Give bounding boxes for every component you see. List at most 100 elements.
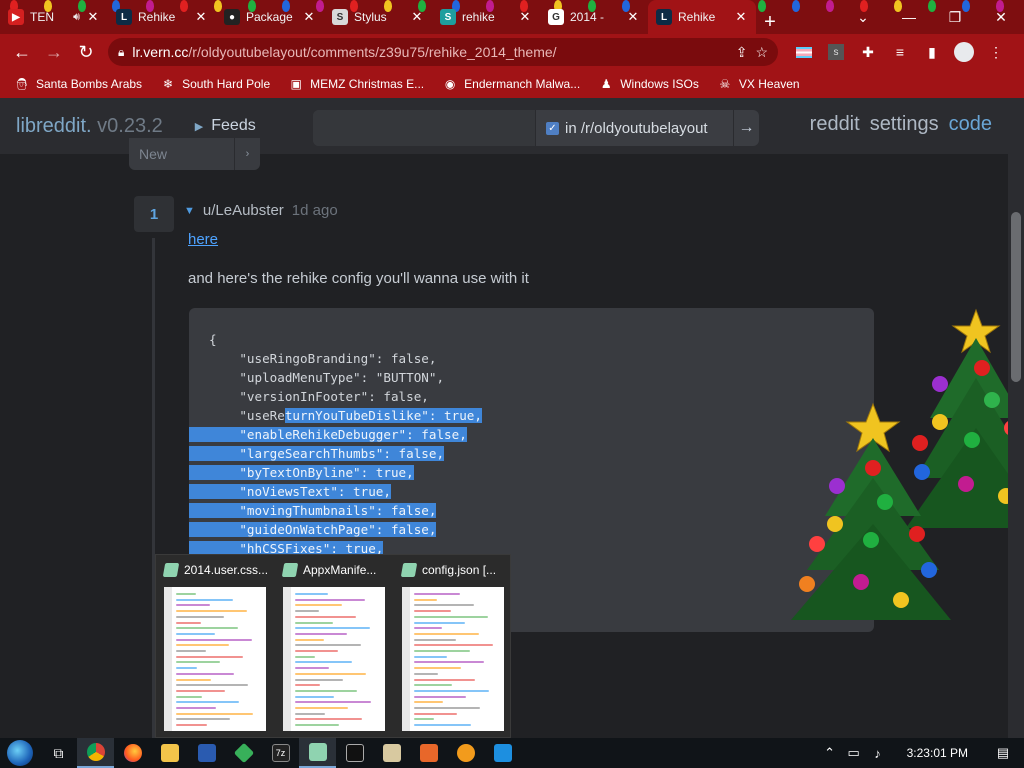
menu-kebab-icon[interactable]: ⋮ [984,40,1008,64]
browser-tab[interactable]: ▶ TEN 🔊︎ ✕ [0,0,108,34]
search-submit-button[interactable]: → [733,110,759,146]
bookmarks-bar: 🎅︎ Santa Bombs Arabs ❄ South Hard Pole ▣ MEMZ… [0,70,1024,98]
settings-link[interactable]: settings [870,113,939,136]
preview-code-line [414,650,470,652]
taskbar-cmd[interactable] [336,738,373,768]
profile-avatar-icon[interactable] [952,40,976,64]
forward-button[interactable]: → [38,36,70,68]
skull-icon: ☠ [719,77,731,91]
task-view-button[interactable]: ⧉ [40,738,77,768]
comment-body: and here's the rehike config you'll wann… [188,270,529,287]
preview-code-line [295,695,334,698]
browser-tab[interactable]: L Rehike ✕ [108,0,216,34]
sort-select[interactable]: New › [129,138,260,170]
taskbar-firefox[interactable] [114,738,151,768]
code-line: "noViewsText": true, [189,482,854,501]
bookmark-label: South Hard Pole [182,77,271,91]
media-queue-icon[interactable]: ≡ [888,40,912,64]
taskbar-file-explorer[interactable] [151,738,188,768]
preview-code-line [414,644,493,647]
taskbar-app-3[interactable] [484,738,521,768]
taskbar-editor[interactable] [299,738,336,768]
sidebar-icon[interactable]: ▮ [920,40,944,64]
taskbar-thumbnail-preview: 2014.user.css... AppxManife... config.json… [155,554,511,738]
taskbar-notepadpp[interactable] [225,738,262,768]
back-button[interactable]: ← [6,36,38,68]
window-preview[interactable]: config.json [... [394,555,512,739]
taskbar-7zip[interactable]: 7z [262,738,299,768]
close-tab-icon[interactable]: ✕ [518,9,532,25]
volume-icon[interactable]: ♪ [869,746,887,761]
feeds-dropdown[interactable]: ▶ Feeds [195,117,256,135]
notification-icon[interactable]: ▤ [994,745,1012,761]
comment-link[interactable]: here [188,231,218,248]
close-tab-icon[interactable]: ✕ [194,9,208,25]
network-icon[interactable]: ▭ [845,745,863,761]
window-preview[interactable]: 2014.user.css... [156,555,274,739]
browser-tab[interactable]: S Stylus ✕ [324,0,432,34]
close-tab-icon[interactable]: ✕ [626,9,640,25]
browser-tab[interactable]: ● Package ✕ [216,0,324,34]
search-input[interactable] [313,110,535,146]
windows-orb-icon [7,740,33,766]
bookmark-star-icon[interactable]: ☆ [755,44,768,61]
browser-tab[interactable]: Srehike ✕ [432,0,540,34]
comment-author[interactable]: u/LeAubster [203,202,284,219]
page-scrollbar[interactable] [1008,98,1024,738]
chevron-up-icon[interactable]: ⌃ [821,745,839,761]
bookmark-item[interactable]: ☠ VX Heaven [717,76,800,92]
taskbar-powershell[interactable] [188,738,225,768]
browser-tab[interactable]: G 2014 - ✕ [540,0,648,34]
share-icon[interactable]: ⇪ [736,44,748,61]
taskbar-app-2[interactable] [410,738,447,768]
checkbox-checked-icon[interactable]: ✓ [546,121,559,135]
extension-flag-icon[interactable] [792,40,816,64]
browser-tab[interactable]: L Rehike ✕ [648,0,756,34]
close-tab-icon[interactable]: ✕ [302,9,316,25]
bookmark-item[interactable]: ❄ South Hard Pole [160,76,270,92]
extension-s-icon[interactable]: s [824,40,848,64]
close-window-button[interactable]: ✕ [978,0,1024,34]
system-tray: ⌃ ▭ ♪ 3:23:01 PM ▤ [821,738,1024,768]
close-tab-icon[interactable]: ✕ [410,9,424,25]
bookmark-item[interactable]: ◉ Endermanch Malwa... [442,76,580,92]
audio-icon[interactable]: 🔊︎ [73,11,80,24]
taskbar-chrome[interactable] [77,738,114,768]
code-line: "useReturnYouTubeDislike": true, [209,406,854,425]
site-brand[interactable]: libreddit. v0.23.2 [16,115,163,138]
bookmark-item[interactable]: 🎅︎ Santa Bombs Arabs [14,76,142,92]
start-button[interactable] [0,738,40,768]
close-tab-icon[interactable]: ✕ [734,9,748,25]
code-text: "useRingoBranding": false, [209,351,437,366]
reload-button[interactable]: ↻ [70,36,102,68]
taskbar-app-1[interactable] [373,738,410,768]
reddit-link[interactable]: reddit [810,113,860,136]
address-bar[interactable]: 🔒︎ lr.vern.cc/r/oldyoutubelayout/comment… [108,38,778,66]
preview-code-line [414,724,471,727]
preview-thumbnail [164,587,266,731]
preview-thumbnail [283,587,385,731]
window-preview[interactable]: AppxManife... [275,555,393,739]
preview-code-line [176,598,233,601]
preview-code-line [176,610,247,613]
tab-search-icon[interactable]: ⌄ [840,0,886,34]
clock[interactable]: 3:23:01 PM [907,746,968,760]
code-link[interactable]: code [949,113,992,136]
restrict-subreddit-toggle[interactable]: ✓ in /r/oldyoutubelayout [535,110,733,146]
new-tab-button[interactable]: + [756,11,784,34]
preview-code-line [414,712,457,715]
code-line: { [209,330,854,349]
scrollbar-thumb[interactable] [1011,212,1021,382]
extensions-puzzle-icon[interactable]: ✚ [856,40,880,64]
bookmark-item[interactable]: ▣ MEMZ Christmas E... [288,76,424,92]
preview-code-line [414,615,488,618]
restore-button[interactable]: ❐ [932,0,978,34]
preview-code-line [414,718,434,721]
bookmark-item[interactable]: ♟ Windows ISOs [598,76,699,92]
editor-icon [308,743,327,761]
minimize-button[interactable]: — [886,0,932,34]
close-tab-icon[interactable]: ✕ [86,9,100,25]
collapse-triangle-icon[interactable]: ▼ [184,205,195,217]
chevron-right-icon: › [234,138,260,170]
taskbar-search-tool[interactable] [447,738,484,768]
